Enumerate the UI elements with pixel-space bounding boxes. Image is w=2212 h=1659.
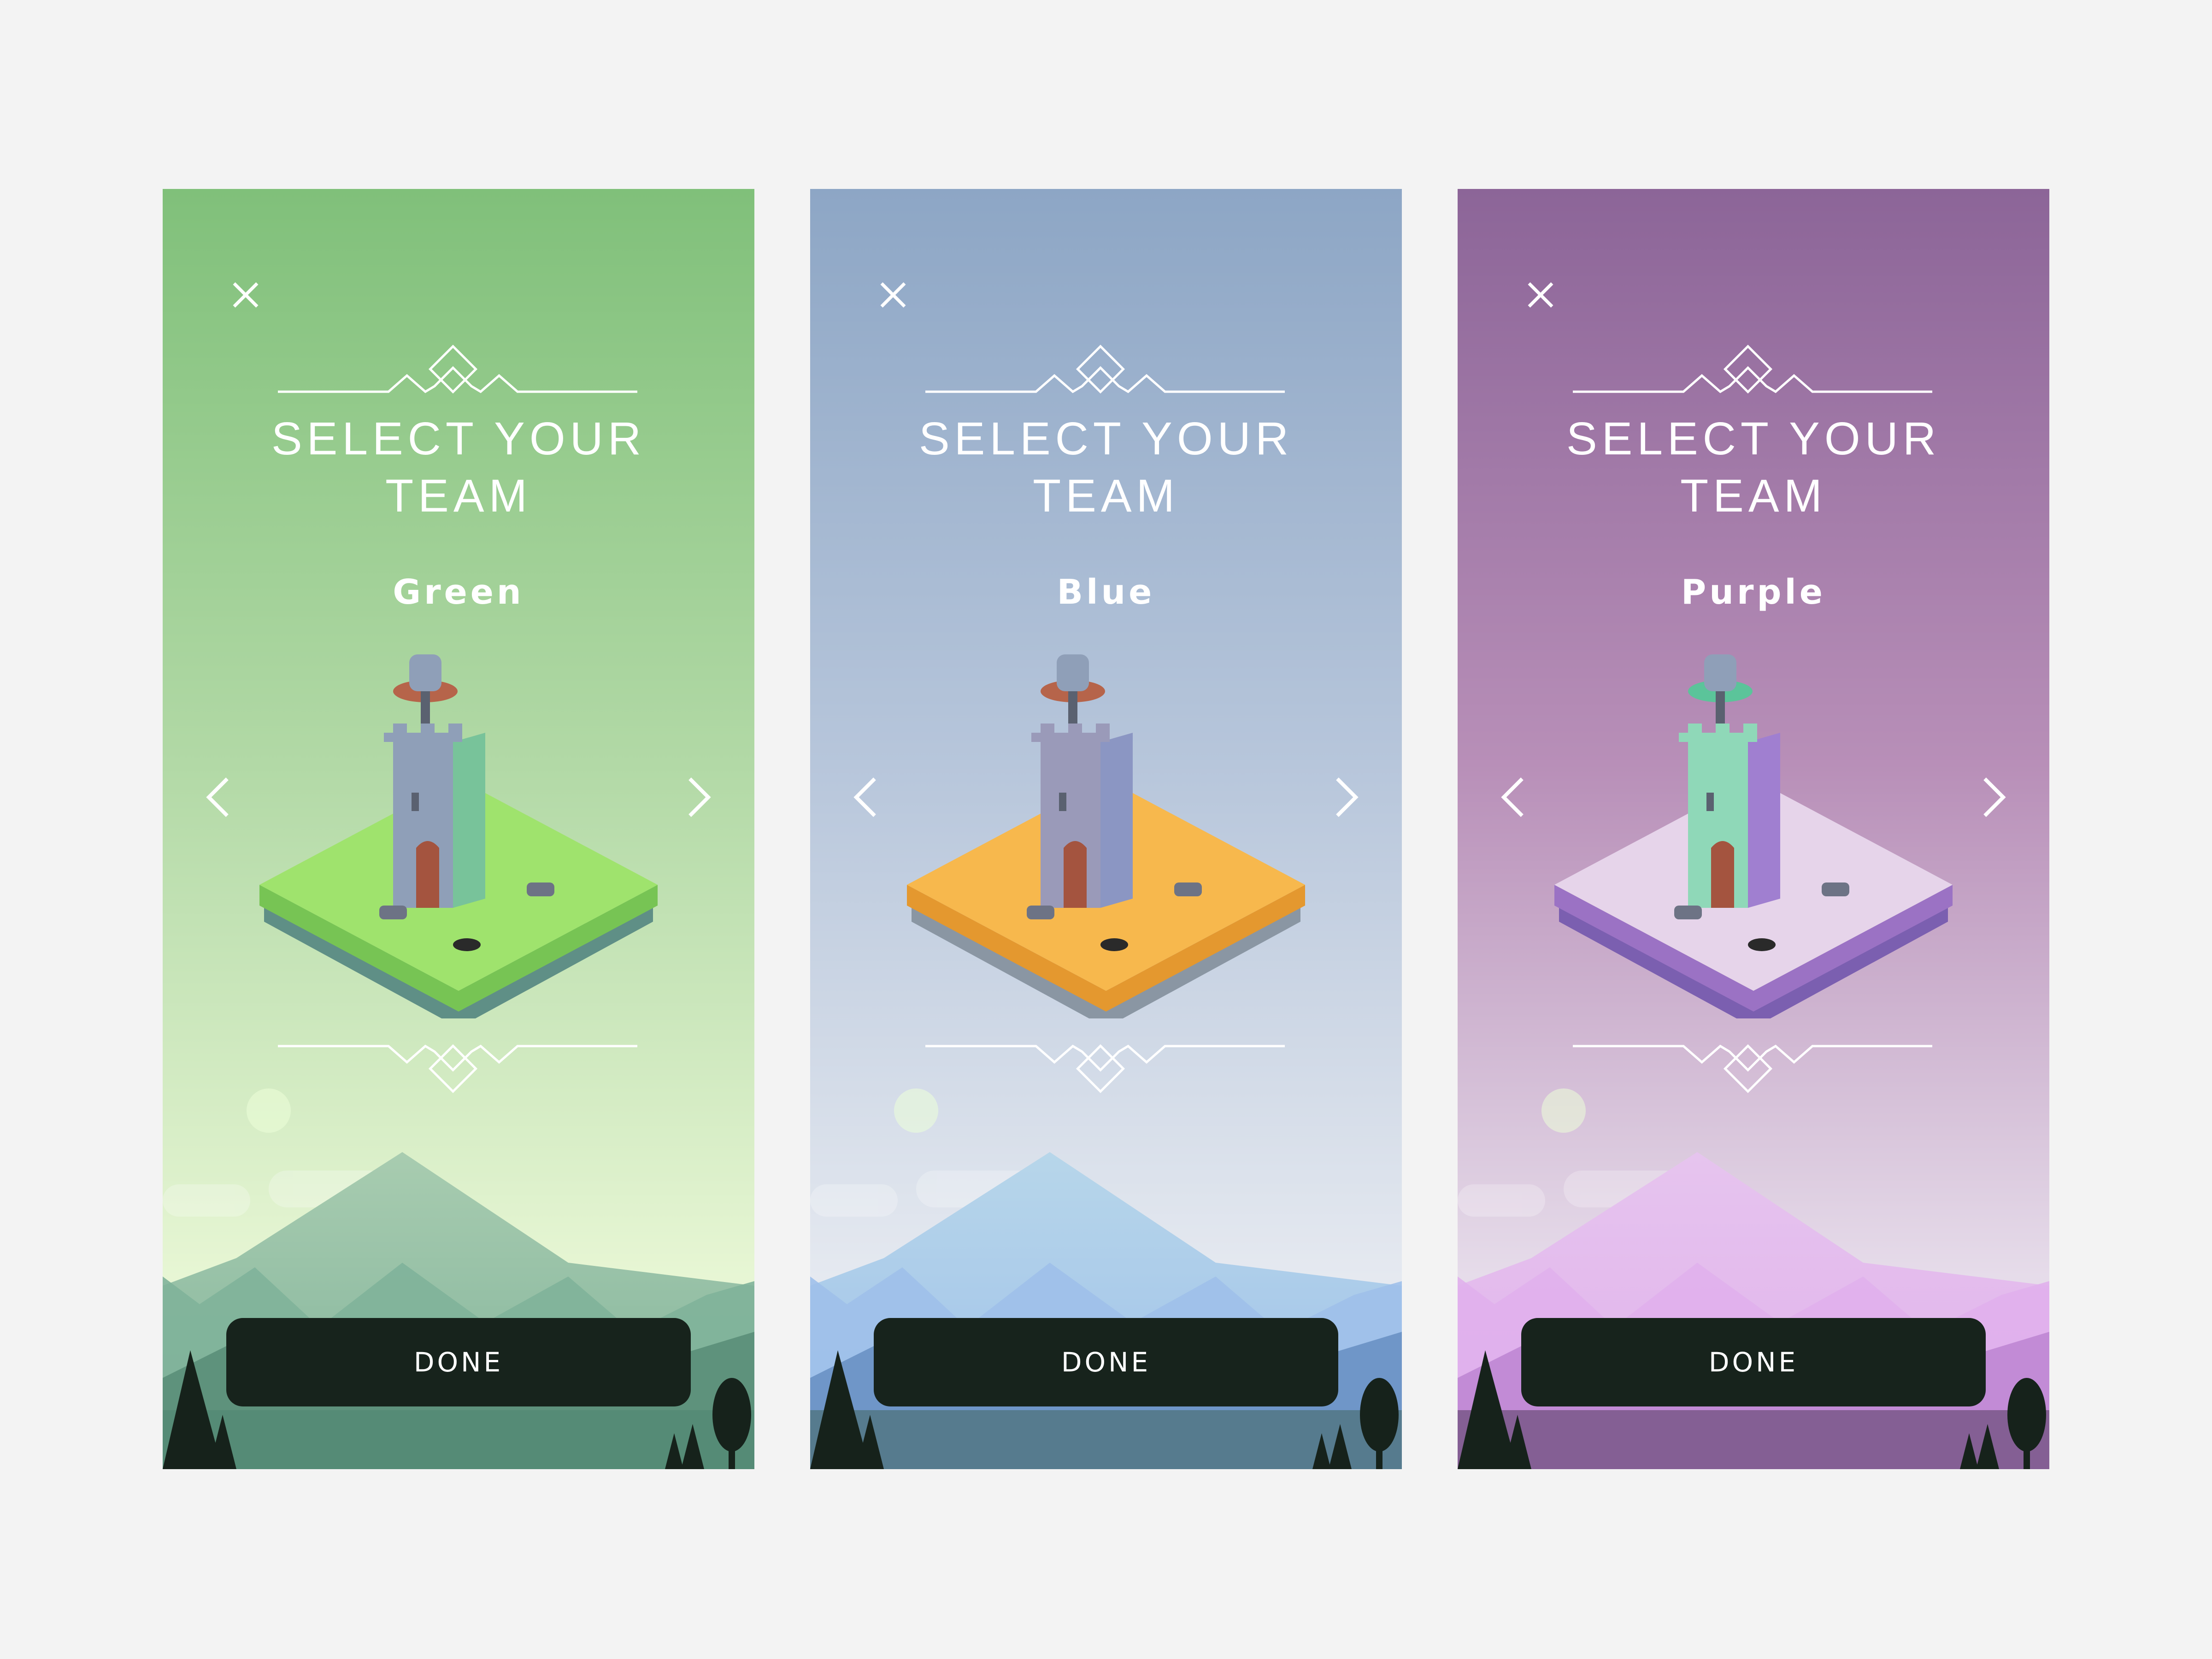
team-select-screen-purple: SELECT YOUR TEAM Purple DONE (1458, 189, 2049, 1469)
team-select-screen-blue: SELECT YOUR TEAM Blue DONE (810, 189, 1402, 1469)
title-line-1: SELECT YOUR (1566, 413, 1941, 465)
close-icon[interactable] (225, 274, 266, 316)
tower (1679, 654, 1780, 908)
team-tower-island (1554, 654, 1953, 1018)
ornament-top (1573, 344, 1932, 394)
team-select-screen-green: SELECT YOUR TEAM Green DONE (163, 189, 754, 1469)
title-line-2: TEAM (1680, 470, 1827, 522)
team-name: Purple (1681, 572, 1826, 612)
ornament-bottom (1573, 1044, 1932, 1094)
ornament-bottom (278, 1044, 637, 1094)
chevron-left-icon[interactable] (1485, 760, 1541, 834)
close-icon[interactable] (1520, 274, 1561, 316)
title-line-2: TEAM (1033, 470, 1179, 522)
page-title: SELECT YOUR TEAM (163, 410, 754, 524)
ornament-bottom (925, 1044, 1285, 1094)
title-line-2: TEAM (385, 470, 532, 522)
tower (384, 654, 485, 908)
done-button[interactable]: DONE (1521, 1318, 1986, 1406)
team-tower-island (907, 654, 1305, 1018)
team-tower-island (259, 654, 658, 1018)
title-line-1: SELECT YOUR (271, 413, 646, 465)
done-button[interactable]: DONE (874, 1318, 1338, 1406)
ornament-top (278, 344, 637, 394)
done-button[interactable]: DONE (226, 1318, 691, 1406)
chevron-right-icon[interactable] (1966, 760, 2022, 834)
chevron-left-icon[interactable] (838, 760, 893, 834)
ornament-top (925, 344, 1285, 394)
team-name: Blue (1057, 572, 1155, 612)
chevron-left-icon[interactable] (190, 760, 246, 834)
title-line-1: SELECT YOUR (918, 413, 1294, 465)
team-name: Green (393, 572, 524, 612)
tower (1031, 654, 1133, 908)
close-icon[interactable] (872, 274, 914, 316)
chevron-right-icon[interactable] (1319, 760, 1374, 834)
chevron-right-icon[interactable] (671, 760, 727, 834)
page-title: SELECT YOUR TEAM (810, 410, 1402, 524)
page-title: SELECT YOUR TEAM (1458, 410, 2049, 524)
